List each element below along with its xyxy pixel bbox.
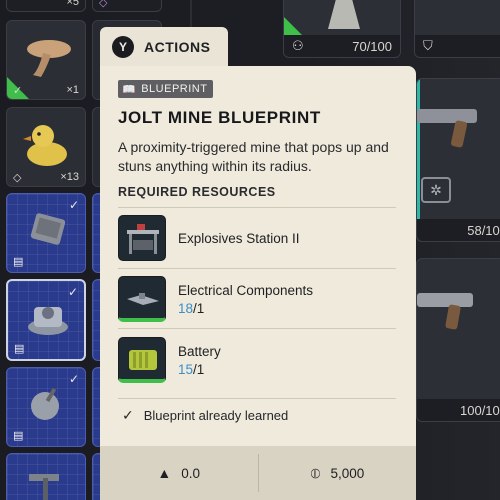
resource-row: Explosives Station II (118, 212, 396, 264)
inventory-slot-top[interactable]: ×5 (6, 0, 86, 12)
checkmark-icon: ✓ (122, 407, 134, 423)
attachment-slot-icon[interactable]: ✲ (421, 177, 451, 203)
item-description: A proximity-triggered mine that pops up … (118, 139, 389, 174)
weight-stat: ▲ 0.0 (100, 446, 258, 500)
durability-text: 100/100 (460, 402, 500, 418)
blueprint-icon: ▤ (13, 430, 24, 442)
resource-name: Explosives Station II (178, 230, 300, 246)
checkmark-icon: ✓ (67, 285, 78, 299)
learned-status-text: Blueprint already learned (143, 408, 289, 423)
revolver-item-icon (417, 293, 473, 330)
crate-item-icon (30, 213, 66, 245)
resource-row: Battery 15/1 (118, 334, 396, 386)
divider (118, 328, 396, 329)
blueprint-icon: ▤ (13, 256, 24, 268)
resource-row: Electrical Components 18/1 (118, 273, 396, 325)
category-icon: ✓ (13, 84, 23, 97)
card-footer: ▲ 0.0 ⦶ 5,000 (100, 446, 416, 500)
equipped-item-top-2[interactable]: ⛉ (414, 0, 500, 58)
resource-count: 15/1 (178, 361, 205, 377)
actions-tab[interactable]: Y ACTIONS (100, 27, 228, 67)
electrical-components-icon (118, 276, 166, 322)
required-resources-heading: REQUIRED RESOURCES (118, 185, 276, 199)
divider (118, 268, 396, 269)
equipped-item-top[interactable]: ⚇ 70/100 (283, 0, 401, 58)
item-count: ×13 (60, 171, 79, 183)
bag-item-icon (328, 0, 360, 29)
inventory-slot-jolt-mine-selected[interactable]: ✓ ▤ (6, 279, 86, 361)
book-icon: 📖 (122, 83, 137, 96)
divider (118, 207, 396, 208)
divider (118, 398, 396, 399)
inventory-slot-blueprint-1[interactable]: ✓ ▤ (6, 193, 86, 273)
weapon-slot-2[interactable]: 100/100 (416, 258, 500, 422)
actions-label: ACTIONS (144, 39, 211, 55)
coin-icon: ⦶ (310, 464, 321, 481)
item-count: ×1 (66, 84, 79, 96)
weight-value: 0.0 (181, 465, 201, 481)
durability-text: 70/100 (352, 38, 392, 54)
checkmark-icon: ✓ (68, 372, 79, 386)
diamond-icon: ◇ (13, 171, 22, 184)
resource-name: Battery (178, 343, 221, 359)
diamond-icon: ◇ (99, 0, 108, 9)
value-stat: ⦶ 5,000 (259, 446, 417, 500)
rubber-duck-item-icon (23, 125, 67, 166)
inventory-slot-blueprint-4[interactable]: ✓ ▤ (6, 367, 86, 447)
binoculars-icon: ⚇ (292, 38, 304, 53)
resource-count: 18/1 (178, 300, 205, 316)
inventory-slot-duck[interactable]: ◇ ×13 (6, 107, 86, 187)
battery-icon (118, 337, 166, 383)
pistol-item-icon (417, 109, 477, 148)
inventory-slot-top-2[interactable]: ◇ (92, 0, 162, 12)
inventory-slot-mushroom[interactable]: ✓ ×1 (6, 20, 86, 100)
blueprint-tag: 📖 BLUEPRINT (118, 80, 214, 98)
item-value: 5,000 (330, 465, 365, 481)
workbench-icon (118, 215, 166, 261)
inventory-slot-blueprint-6[interactable] (6, 453, 86, 500)
hammer-item-icon (29, 474, 59, 500)
blueprint-tag-label: BLUEPRINT (141, 83, 208, 95)
blueprint-icon: ▤ (14, 343, 25, 355)
item-title: JOLT MINE BLUEPRINT (118, 108, 321, 127)
weapon-slot-1[interactable]: ✲ 58/100 (416, 78, 500, 242)
weight-icon: ▲ (157, 465, 172, 481)
checkmark-icon: ✓ (68, 198, 79, 212)
y-button-icon: Y (112, 36, 134, 58)
item-tooltip-card: 📖 BLUEPRINT JOLT MINE BLUEPRINT A proxim… (100, 66, 416, 500)
shield-icon: ⛉ (423, 38, 433, 53)
resource-name: Electrical Components (178, 282, 314, 298)
learned-status: ✓ Blueprint already learned (122, 407, 288, 424)
durability-text: 58/100 (467, 222, 500, 238)
grenade-item-icon (31, 387, 59, 420)
item-count: ×5 (66, 0, 79, 8)
